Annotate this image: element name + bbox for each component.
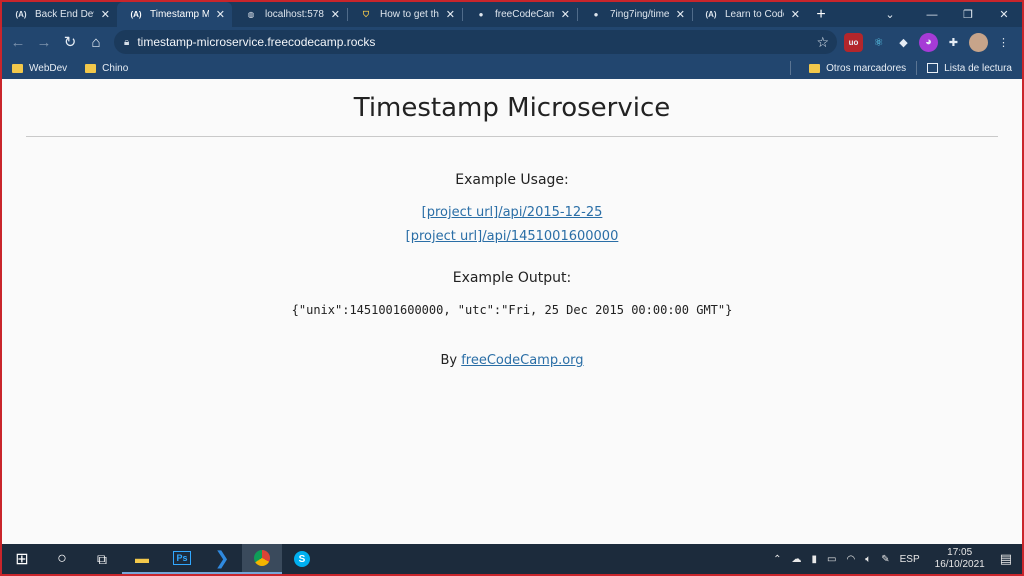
menu-dots-icon[interactable]: ⋮ [994, 33, 1013, 52]
divider [790, 61, 792, 75]
freecodecamp-link[interactable]: freeCodeCamp.org [461, 353, 583, 368]
tab-strip: (A) Back End Devel ✕ (A) Timestamp Mi ✕ … [2, 2, 1022, 27]
close-icon[interactable]: ✕ [446, 8, 455, 21]
tab-title: 7ing7ing/times [610, 9, 669, 20]
chevron-up-icon[interactable]: ⌃ [773, 554, 781, 565]
reading-list-icon [927, 63, 939, 73]
usb-icon[interactable]: ▮ [812, 554, 818, 565]
restore-icon[interactable]: ❐ [950, 2, 986, 27]
pen-icon[interactable]: ✎ [881, 554, 889, 565]
tab-learn-to-code[interactable]: (A) Learn to Code ✕ [692, 2, 807, 27]
back-arrow-icon[interactable]: ← [5, 29, 31, 55]
notifications-icon[interactable]: ▤ [1000, 551, 1012, 567]
bookmark-other[interactable]: Otros marcadores [809, 63, 906, 74]
fcc-icon: (A) [130, 10, 142, 19]
folder-icon [85, 63, 97, 73]
tab-back-end[interactable]: (A) Back End Devel ✕ [2, 2, 117, 27]
photoshop-icon[interactable]: Ps [162, 544, 202, 574]
globe-icon: ◍ [247, 10, 255, 19]
chrome-icon[interactable] [242, 544, 282, 574]
date-text: 16/10/2021 [934, 559, 985, 570]
close-icon[interactable]: ✕ [331, 8, 340, 21]
search-circle-icon[interactable]: ○ [42, 544, 82, 574]
close-window-icon[interactable]: ✕ [986, 2, 1022, 27]
bookmark-label: WebDev [29, 62, 68, 74]
language-indicator[interactable]: ESP [900, 554, 920, 565]
shield-icon: ⛉ [363, 9, 369, 19]
folder-icon [12, 63, 23, 73]
tab-how-to[interactable]: ⛉ How to get the ✕ [347, 2, 462, 27]
bookmarks-bar: WebDev Chino Otros marcadores Lista de l… [2, 57, 1022, 79]
example-output: {"unix":1451001600000, "utc":"Fri, 25 De… [291, 303, 733, 317]
example-output-heading: Example Output: [452, 270, 572, 286]
forward-arrow-icon[interactable]: → [31, 29, 57, 55]
page-content: Timestamp Microservice Example Usage: [p… [2, 79, 1022, 544]
divider [26, 136, 998, 137]
page-title: Timestamp Microservice [353, 93, 671, 123]
divider [916, 61, 918, 75]
task-view-icon[interactable]: ⧉ [82, 544, 122, 574]
reload-icon[interactable]: ↻ [57, 29, 83, 55]
reading-list-label: Lista de lectura [944, 62, 1012, 74]
skype-icon[interactable]: S [282, 544, 322, 574]
avatar[interactable] [969, 32, 988, 52]
clock[interactable]: 17:05 16/10/2021 [935, 547, 985, 571]
profile-extension-icon[interactable]: ◕ [919, 32, 938, 52]
vscode-icon[interactable]: ❯ [202, 544, 242, 574]
example-usage-heading: Example Usage: [455, 172, 569, 188]
wifi-icon[interactable]: ◠ [847, 554, 856, 565]
fcc-icon: (A) [705, 10, 717, 19]
bookmark-chino[interactable]: Chino [85, 63, 128, 74]
new-tab-button[interactable]: + [807, 2, 835, 27]
tab-title: freeCodeCamp [495, 9, 554, 20]
github-icon: ● [478, 10, 484, 19]
file-explorer-icon[interactable]: ▬ [122, 544, 162, 574]
close-icon[interactable]: ✕ [791, 8, 800, 21]
taskbar: ⊞ ○ ⧉ ▬ Ps ❯ S ⌃ ☁ ▮ ▭ ◠ 🔈︎ ✎ ESP 17:05 … [2, 544, 1022, 574]
close-icon[interactable]: ✕ [216, 8, 225, 21]
bookmark-label: Otros marcadores [826, 62, 907, 74]
close-icon[interactable]: ✕ [676, 8, 685, 21]
bookmark-webdev[interactable]: WebDev [12, 63, 67, 74]
ublock-icon[interactable]: uo [844, 32, 863, 52]
url-text: timestamp-microservice.freecodecamp.rock… [137, 35, 376, 49]
extension-icon[interactable]: ◆ [894, 33, 913, 52]
tab-title: Learn to Code [725, 9, 784, 20]
usage-link-unix[interactable]: [project url]/api/1451001600000 [2, 229, 1022, 244]
tab-title: localhost:5782 [265, 9, 324, 20]
puzzle-icon[interactable]: ✚ [944, 33, 963, 52]
folder-icon [809, 63, 821, 73]
react-devtools-icon[interactable]: ⚛ [869, 33, 888, 52]
home-icon[interactable]: ⌂ [83, 29, 109, 55]
close-icon[interactable]: ✕ [561, 8, 570, 21]
close-icon[interactable]: ✕ [101, 8, 110, 21]
address-bar[interactable]: 🔒︎ timestamp-microservice.freecodecamp.r… [114, 30, 837, 54]
tab-title: Timestamp Mi [150, 9, 209, 20]
footer-credit: By freeCodeCamp.org [2, 353, 1022, 368]
battery-icon[interactable]: ▭ [827, 554, 836, 565]
time-text: 17:05 [947, 547, 973, 558]
reading-list[interactable]: Lista de lectura [927, 63, 1012, 74]
tab-freecodecamp-github[interactable]: ● freeCodeCamp ✕ [462, 2, 577, 27]
volume-icon[interactable]: 🔈︎ [865, 554, 871, 565]
tab-title: How to get the [380, 9, 439, 20]
bookmark-star-icon[interactable]: ☆ [816, 34, 829, 51]
by-text: By [440, 353, 458, 368]
windows-start-icon[interactable]: ⊞ [2, 544, 42, 574]
cloud-icon[interactable]: ☁ [792, 554, 802, 565]
lock-icon[interactable]: 🔒︎ [124, 37, 129, 48]
tab-timestamp[interactable]: (A) Timestamp Mi ✕ [117, 2, 232, 27]
fcc-icon: (A) [15, 10, 27, 19]
bookmark-label: Chino [102, 62, 129, 74]
tab-title: Back End Devel [35, 9, 94, 20]
tab-7ing7ing[interactable]: ● 7ing7ing/times ✕ [577, 2, 692, 27]
usage-link-date[interactable]: [project url]/api/2015-12-25 [2, 205, 1022, 220]
tab-search-icon[interactable]: ⌄ [874, 2, 906, 27]
tab-localhost[interactable]: ◍ localhost:5782 ✕ [232, 2, 347, 27]
browser-toolbar: ← → ↻ ⌂ 🔒︎ timestamp-microservice.freeco… [2, 27, 1022, 57]
github-icon: ● [593, 10, 599, 19]
minimize-icon[interactable]: — [914, 2, 950, 27]
